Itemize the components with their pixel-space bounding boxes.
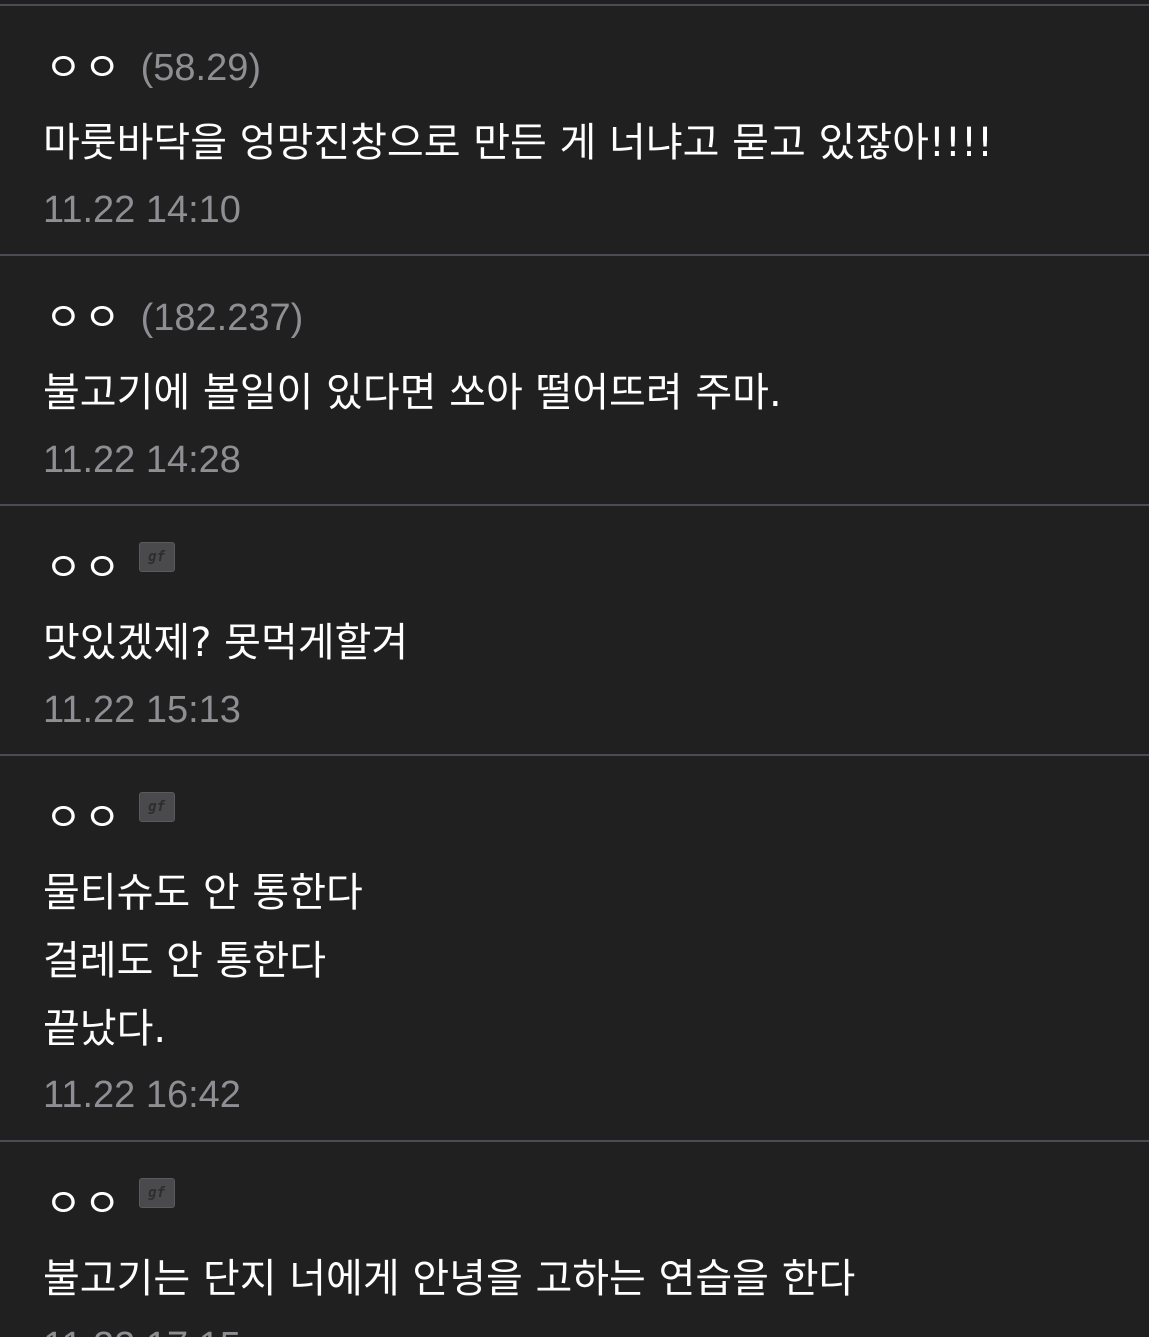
comment-timestamp: 11.22 14:10 — [43, 189, 241, 231]
comment-author-name[interactable]: ㅇㅇ — [45, 798, 123, 838]
comment-author-name[interactable]: ㅇㅇ — [45, 48, 123, 88]
comment-timestamp: 11.22 17:15 — [43, 1325, 241, 1337]
comment-item[interactable]: ㅇㅇ gf 물티슈도 안 통한다 걸레도 안 통한다 끝났다. 11.22 16… — [0, 756, 1149, 1142]
comment-text: 맛있겠제? 못먹게할겨 — [43, 620, 409, 666]
comment-item[interactable]: ㅇㅇ (182.237) 불고기에 볼일이 있다면 쏘아 떨어뜨려 주마. 11… — [0, 256, 1149, 506]
comment-timestamp: 11.22 14:28 — [43, 439, 241, 481]
comment-timestamp: 11.22 15:13 — [43, 689, 241, 731]
comment-author-name[interactable]: ㅇㅇ — [45, 298, 123, 338]
comment-text: 물티슈도 안 통한다 걸레도 안 통한다 끝났다. — [43, 870, 363, 1052]
comment-item[interactable]: ㅇㅇ (58.29) 마룻바닥을 엉망진창으로 만든 게 너냐고 묻고 있잖아!… — [0, 6, 1149, 256]
comment-item[interactable]: ㅇㅇ gf 불고기는 단지 너에게 안녕을 고하는 연습을 한다 11.22 1… — [0, 1142, 1149, 1337]
comment-text: 불고기는 단지 너에게 안녕을 고하는 연습을 한다 — [43, 1256, 856, 1302]
comment-author-row: ㅇㅇ (58.29) — [45, 40, 261, 96]
comment-author-row: ㅇㅇ gf — [45, 540, 175, 596]
comment-item[interactable]: ㅇㅇ gf 맛있겠제? 못먹게할겨 11.22 15:13 — [0, 506, 1149, 756]
comment-author-row: ㅇㅇ gf — [45, 790, 175, 846]
comment-author-name[interactable]: ㅇㅇ — [45, 548, 123, 588]
fixed-nickname-badge-icon: gf — [138, 1178, 175, 1208]
fixed-nickname-badge-icon: gf — [138, 542, 175, 572]
comment-timestamp: 11.22 16:42 — [43, 1074, 241, 1116]
fixed-nickname-badge-icon: gf — [138, 792, 175, 822]
comment-text: 불고기에 볼일이 있다면 쏘아 떨어뜨려 주마. — [43, 370, 782, 416]
comment-author-row: ㅇㅇ (182.237) — [45, 290, 303, 346]
comment-list: ㅇㅇ (58.29) 마룻바닥을 엉망진창으로 만든 게 너냐고 묻고 있잖아!… — [0, 4, 1149, 1337]
comment-author-ip: (58.29) — [140, 46, 262, 89]
comment-author-name[interactable]: ㅇㅇ — [45, 1184, 123, 1224]
comment-author-ip: (182.237) — [140, 296, 304, 339]
comment-text: 마룻바닥을 엉망진창으로 만든 게 너냐고 묻고 있잖아!!!! — [43, 120, 994, 166]
comment-author-row: ㅇㅇ gf — [45, 1176, 175, 1232]
